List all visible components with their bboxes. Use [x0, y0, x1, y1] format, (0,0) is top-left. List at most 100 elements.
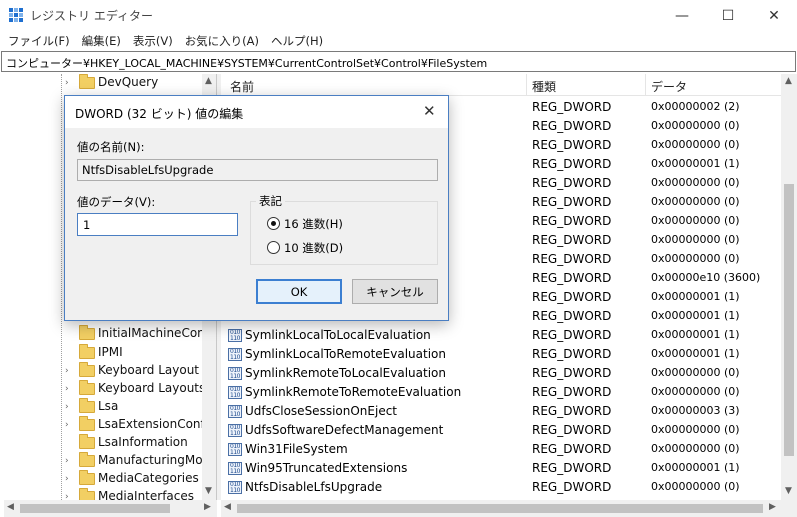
- scroll-down-arrow-icon[interactable]: ▼: [785, 486, 792, 496]
- value-data-input[interactable]: 1: [77, 213, 238, 236]
- column-header-name[interactable]: 名前: [230, 78, 254, 95]
- list-vertical-scrollbar[interactable]: ▲ ▼: [781, 74, 797, 500]
- tree-item-keyboard-layouts[interactable]: › Keyboard Layouts: [4, 380, 216, 398]
- list-row[interactable]: 010 110 Win95TruncatedExtensions REG_DWOR…: [221, 459, 781, 478]
- edit-dword-dialog: DWORD (32 ビット) 値の編集 ✕ 値の名前(N): NtfsDisab…: [64, 95, 449, 321]
- tree-expand-icon[interactable]: ›: [65, 402, 69, 412]
- base-groupbox: [250, 201, 438, 265]
- list-row[interactable]: 010 110 SymlinkRemoteToLocalEvaluation RE…: [221, 364, 781, 383]
- minimize-button[interactable]: —: [659, 0, 705, 31]
- value-data: 0x00000000 (0): [651, 252, 740, 265]
- menu-favorites[interactable]: お気に入り(A): [179, 31, 265, 51]
- maximize-button[interactable]: ☐: [705, 0, 751, 31]
- value-name-label: 値の名前(N):: [77, 140, 145, 154]
- menu-bar: ファイル(F) 編集(E) 表示(V) お気に入り(A) ヘルプ(H): [0, 31, 797, 51]
- column-separator[interactable]: [645, 74, 646, 96]
- column-separator[interactable]: [526, 74, 527, 96]
- value-type: REG_DWORD: [532, 480, 612, 494]
- list-horizontal-scrollbar[interactable]: ◀ ▶: [221, 500, 797, 517]
- value-type: REG_DWORD: [532, 442, 612, 456]
- menu-view[interactable]: 表示(V): [127, 31, 179, 51]
- dialog-title: DWORD (32 ビット) 値の編集: [75, 107, 244, 121]
- ok-button[interactable]: OK: [256, 279, 342, 304]
- address-bar[interactable]: コンピューター¥HKEY_LOCAL_MACHINE¥SYSTEM¥Curren…: [1, 51, 796, 72]
- value-type: REG_DWORD: [532, 385, 612, 399]
- tree-expand-icon[interactable]: ›: [65, 474, 69, 484]
- tree-expand-icon[interactable]: ›: [65, 456, 69, 466]
- value-type: REG_DWORD: [532, 423, 612, 437]
- menu-file[interactable]: ファイル(F): [2, 31, 76, 51]
- cancel-button[interactable]: キャンセル: [352, 279, 438, 304]
- tree-item-label: InitialMachineConf: [98, 326, 209, 340]
- window-title: レジストリ エディター: [30, 9, 153, 23]
- tree-item-ipmi[interactable]: IPMI: [4, 344, 216, 362]
- value-data: 0x00000000 (0): [651, 195, 740, 208]
- tree-item-lsaextensionconfig[interactable]: › LsaExtensionConfig: [4, 416, 216, 434]
- radio-decimal[interactable]: [267, 241, 280, 254]
- tree-item-mediacategories[interactable]: › MediaCategories: [4, 470, 216, 488]
- scroll-left-arrow-icon[interactable]: ◀: [7, 502, 14, 512]
- tree-item-manufacturingmode[interactable]: › ManufacturingMod: [4, 452, 216, 470]
- registry-editor-app-icon: [9, 8, 23, 22]
- radio-decimal-label[interactable]: 10 進数(D): [284, 240, 343, 256]
- folder-icon: [79, 344, 95, 359]
- dword-value-icon: 010 110: [228, 348, 242, 361]
- tree-expand-icon[interactable]: ›: [65, 492, 69, 500]
- scroll-thumb[interactable]: [237, 504, 763, 513]
- close-window-button[interactable]: ✕: [751, 0, 797, 31]
- menu-help[interactable]: ヘルプ(H): [265, 31, 329, 51]
- tree-item-lsa[interactable]: › Lsa: [4, 398, 216, 416]
- tree-expand-icon[interactable]: ›: [65, 384, 69, 394]
- column-header-type[interactable]: 種類: [532, 78, 556, 95]
- value-data: 0x00000000 (0): [651, 176, 740, 189]
- value-type: REG_DWORD: [532, 233, 612, 247]
- value-type: REG_DWORD: [532, 404, 612, 418]
- radio-hex-label[interactable]: 16 進数(H): [284, 216, 343, 232]
- value-type: REG_DWORD: [532, 271, 612, 285]
- value-type: REG_DWORD: [532, 290, 612, 304]
- scroll-up-arrow-icon[interactable]: ▲: [785, 76, 792, 86]
- dialog-title-bar[interactable]: DWORD (32 ビット) 値の編集 ✕: [65, 96, 448, 128]
- dword-value-icon: 010 110: [228, 329, 242, 342]
- tree-item-mediainterfaces[interactable]: › MediaInterfaces: [4, 488, 216, 500]
- scroll-right-arrow-icon[interactable]: ▶: [204, 502, 211, 512]
- radio-hex[interactable]: [267, 217, 280, 230]
- scroll-thumb[interactable]: [20, 504, 170, 513]
- folder-icon: [79, 325, 95, 340]
- tree-expand-icon[interactable]: ›: [65, 78, 69, 88]
- folder-icon: [79, 398, 95, 413]
- tree-item-label: DevQuery: [98, 75, 159, 89]
- list-row[interactable]: 010 110 NtfsDisableLfsUpgrade REG_DWORD 0…: [221, 478, 781, 497]
- list-row[interactable]: 010 110 SymlinkRemoteToRemoteEvaluation R…: [221, 383, 781, 402]
- value-type: REG_DWORD: [532, 366, 612, 380]
- tree-expand-icon[interactable]: ›: [65, 366, 69, 376]
- list-row[interactable]: 010 110 Win31FileSystem REG_DWORD 0x00000…: [221, 440, 781, 459]
- list-row[interactable]: 010 110 SymlinkLocalToLocalEvaluation REG…: [221, 326, 781, 345]
- scroll-thumb[interactable]: [784, 184, 794, 456]
- dword-value-icon: 010 110: [228, 386, 242, 399]
- tree-item-initialmachineconf[interactable]: InitialMachineConf: [4, 325, 216, 343]
- tree-item-devquery[interactable]: › DevQuery: [4, 74, 216, 92]
- tree-expand-icon[interactable]: ›: [65, 420, 69, 430]
- dialog-close-icon[interactable]: ✕: [423, 102, 436, 120]
- value-name: Win95TruncatedExtensions: [245, 461, 408, 475]
- scroll-left-arrow-icon[interactable]: ◀: [224, 502, 231, 512]
- value-name: UdfsCloseSessionOnEject: [245, 404, 398, 418]
- list-row[interactable]: 010 110 UdfsSoftwareDefectManagement REG_…: [221, 421, 781, 440]
- scroll-down-arrow-icon[interactable]: ▼: [205, 486, 212, 496]
- folder-icon: [79, 452, 95, 467]
- column-header-data[interactable]: データ: [651, 78, 687, 95]
- menu-edit[interactable]: 編集(E): [76, 31, 127, 51]
- tree-item-keyboard-layout[interactable]: › Keyboard Layout: [4, 362, 216, 380]
- list-row[interactable]: 010 110 UdfsCloseSessionOnEject REG_DWORD…: [221, 402, 781, 421]
- tree-item-lsainformation[interactable]: LsaInformation: [4, 434, 216, 452]
- list-row[interactable]: 010 110 SymlinkLocalToRemoteEvaluation RE…: [221, 345, 781, 364]
- value-type: REG_DWORD: [532, 347, 612, 361]
- scroll-up-arrow-icon[interactable]: ▲: [205, 76, 212, 86]
- folder-icon: [79, 74, 95, 89]
- tree-horizontal-scrollbar[interactable]: ◀ ▶: [4, 500, 217, 517]
- value-data: 0x00000000 (0): [651, 385, 740, 398]
- scroll-right-arrow-icon[interactable]: ▶: [769, 502, 776, 512]
- tree-item-label: Lsa: [98, 399, 119, 413]
- folder-icon: [79, 488, 95, 500]
